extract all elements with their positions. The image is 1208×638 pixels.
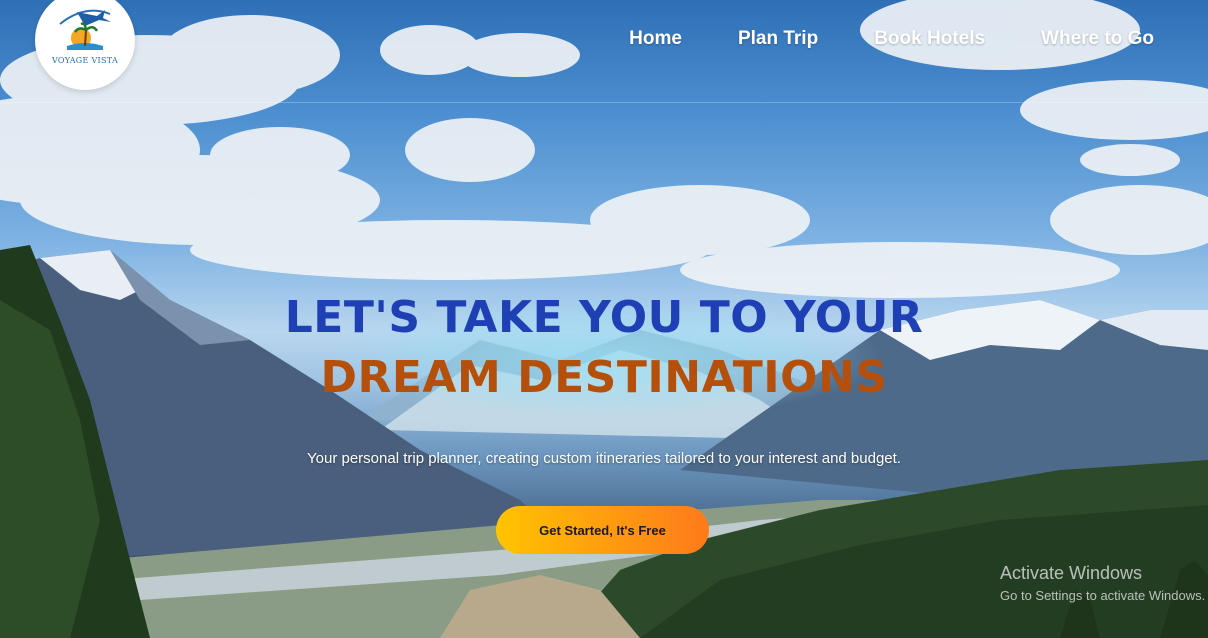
main-nav: Home Plan Trip Book Hotels Where to Go [573,28,1154,50]
nav-home-link[interactable]: Home [629,28,682,50]
get-started-button[interactable]: Get Started, It's Free [496,506,709,554]
hero-headline-line1: LET'S TAKE YOU TO YOUR [284,292,924,343]
nav-where-to-go-link[interactable]: Where to Go [1041,28,1154,50]
top-navbar: VOYAGE VISTA Home Plan Trip Book Hotels … [0,0,1208,103]
nav-book-hotels-link[interactable]: Book Hotels [874,28,985,50]
nav-plan-trip-link[interactable]: Plan Trip [738,28,818,50]
activate-windows-watermark-title: Activate Windows [1000,563,1143,583]
activate-windows-watermark-subtitle: Go to Settings to activate Windows. [1000,588,1206,603]
brand-logo[interactable]: VOYAGE VISTA [35,0,135,90]
landing-page: VOYAGE VISTA Home Plan Trip Book Hotels … [0,0,1208,638]
airplane-palm-logo-icon [59,9,111,50]
hero-headline-line2: DREAM DESTINATIONS [320,352,888,403]
hero-subtitle: Your personal trip planner, creating cus… [307,450,901,467]
logo-text: VOYAGE VISTA [51,56,119,65]
